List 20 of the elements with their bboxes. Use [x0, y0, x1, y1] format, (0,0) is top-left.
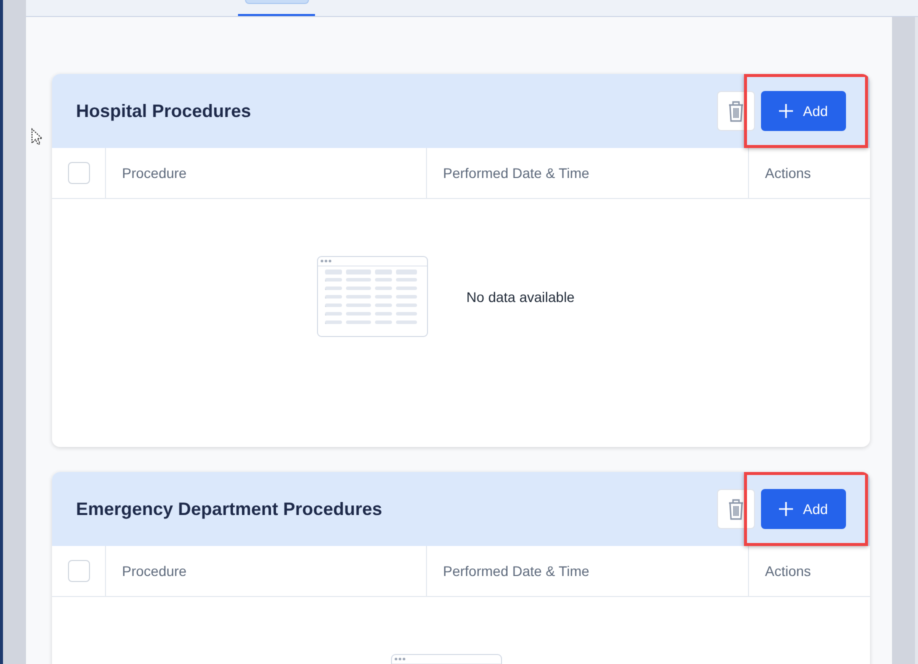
trash-icon: [727, 100, 745, 122]
select-all-checkbox[interactable]: [68, 162, 90, 184]
column-header: Performed Date & Time: [427, 148, 749, 199]
plus-icon: [779, 502, 794, 516]
delete-button[interactable]: [717, 91, 755, 131]
add-button[interactable]: Add: [761, 91, 846, 131]
add-button[interactable]: Add: [761, 489, 846, 529]
section-title: Hospital Procedures: [76, 100, 252, 122]
select-all-checkbox[interactable]: [68, 560, 90, 582]
trash-icon: [727, 498, 745, 520]
column-header: Actions: [749, 148, 870, 199]
column-header: Performed Date & Time: [427, 546, 749, 597]
delete-button[interactable]: [717, 489, 755, 529]
empty-message: No data available: [466, 288, 575, 304]
plus-icon: [779, 104, 794, 118]
column-header: Actions: [749, 546, 870, 597]
column-header: Procedure: [106, 546, 427, 597]
section-title: Emergency Department Procedures: [76, 498, 384, 520]
cursor-icon: [31, 128, 43, 146]
column-header: Procedure: [106, 148, 427, 199]
